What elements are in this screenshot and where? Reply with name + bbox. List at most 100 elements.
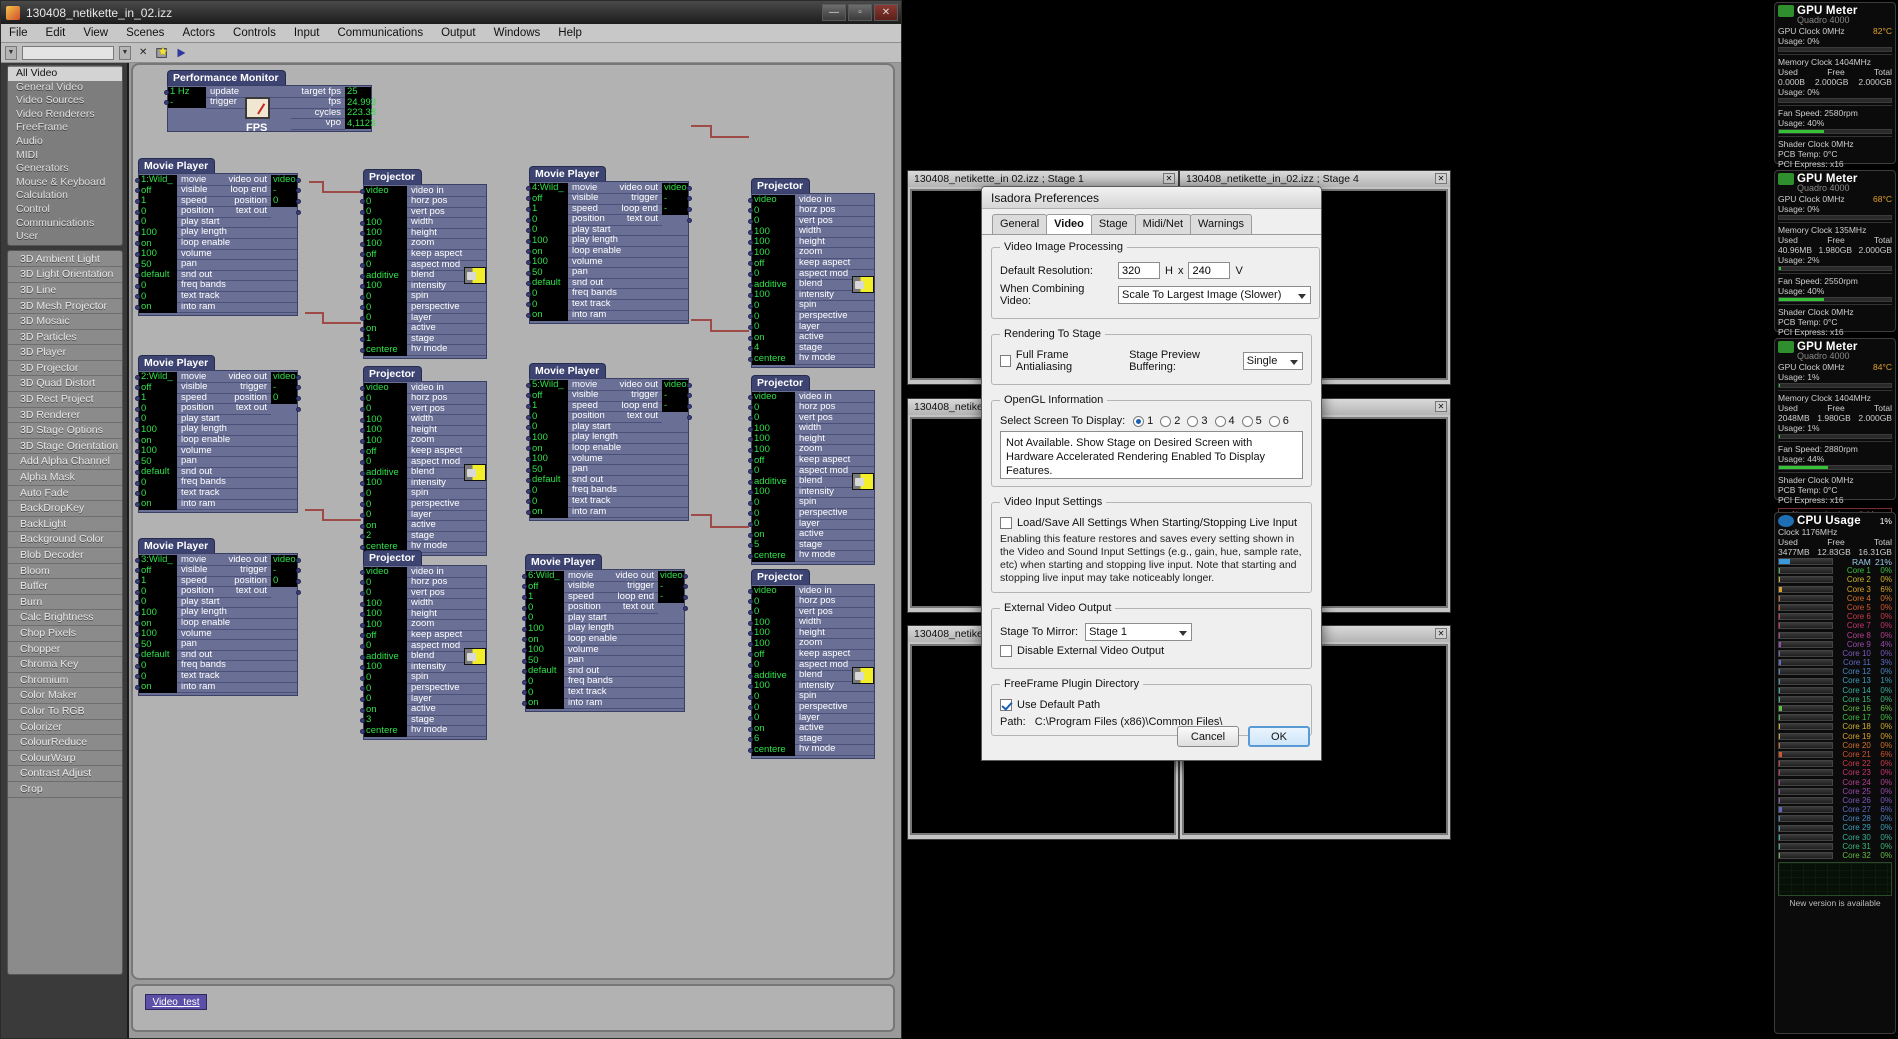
port-value[interactable]: 4 bbox=[752, 343, 795, 354]
menu-file[interactable]: File bbox=[9, 27, 28, 39]
chevron-down-icon-2[interactable]: ▼ bbox=[119, 45, 131, 60]
port-dot[interactable] bbox=[135, 631, 140, 637]
port-value[interactable]: 100 bbox=[530, 454, 568, 465]
port-value[interactable]: 0 bbox=[364, 260, 407, 271]
port-value[interactable]: 0 bbox=[526, 687, 564, 699]
node-row[interactable]: on loop enable bbox=[135, 617, 297, 630]
port-value[interactable]: 0 bbox=[526, 613, 564, 624]
port-value[interactable]: 0 bbox=[139, 477, 177, 489]
node-projector-6[interactable]: Projector video video in 0 horz pos 0 vert pos… bbox=[748, 569, 875, 759]
port-value[interactable]: 0 bbox=[752, 300, 795, 312]
port-dot[interactable] bbox=[135, 663, 140, 669]
new-version-footer[interactable]: New version is available bbox=[1778, 898, 1892, 908]
sidebar-category-user[interactable]: User bbox=[8, 230, 122, 244]
port-value[interactable]: off bbox=[139, 565, 177, 577]
port-value[interactable]: on bbox=[364, 520, 407, 532]
port-dot[interactable] bbox=[135, 262, 140, 268]
node-row[interactable]: on loop enable bbox=[526, 245, 688, 258]
port-dot[interactable] bbox=[360, 590, 365, 596]
actor-list-item[interactable]: ColourWarp bbox=[8, 751, 122, 767]
gpu-meter-gadget-1[interactable]: GPU Meter Quadro 4000 GPU Clock 0MHz 82°C Us… bbox=[1774, 2, 1896, 213]
port-value[interactable]: additive bbox=[364, 467, 407, 479]
port-value[interactable]: 0 bbox=[139, 414, 177, 425]
port-value[interactable]: 0 bbox=[530, 225, 568, 236]
node-row[interactable]: 1 speed loop end - bbox=[526, 400, 692, 413]
port-value[interactable]: 0 bbox=[752, 269, 795, 280]
port-value[interactable]: 1 bbox=[364, 334, 407, 345]
port-value[interactable]: 0 bbox=[364, 499, 407, 511]
port-value[interactable]: 0 bbox=[364, 302, 407, 314]
sidebar-category-video-renderers[interactable]: Video Renderers bbox=[8, 108, 122, 122]
search-input[interactable] bbox=[22, 45, 114, 60]
port-value[interactable]: 100 bbox=[530, 235, 568, 247]
port-dot[interactable] bbox=[522, 605, 527, 611]
port-value[interactable]: on bbox=[139, 238, 177, 250]
port-value[interactable]: 100 bbox=[530, 257, 568, 268]
port-dot[interactable] bbox=[748, 500, 753, 506]
port-dot[interactable] bbox=[748, 426, 753, 432]
port-value[interactable]: 0 bbox=[364, 588, 407, 599]
node-movie-player-2[interactable]: Movie Player 4:Wild_ movie video out video of… bbox=[526, 166, 692, 324]
port-dot[interactable] bbox=[135, 642, 140, 648]
port-value[interactable]: default bbox=[139, 467, 177, 478]
port-dot[interactable] bbox=[748, 662, 753, 668]
port-value[interactable]: on bbox=[364, 323, 407, 335]
port-value[interactable]: on bbox=[530, 443, 568, 455]
node-row[interactable]: 0 text track bbox=[526, 495, 688, 508]
port-value[interactable]: on bbox=[530, 310, 568, 321]
port-dot[interactable] bbox=[748, 673, 753, 679]
port-value[interactable]: centere bbox=[364, 725, 407, 737]
port-dot[interactable] bbox=[360, 209, 365, 215]
port-value[interactable]: 6 bbox=[752, 734, 795, 745]
port-value[interactable]: 0 bbox=[364, 488, 407, 500]
port-dot[interactable] bbox=[360, 643, 365, 649]
actor-list-item[interactable]: 3D Rect Project bbox=[8, 392, 122, 408]
port-dot[interactable] bbox=[135, 610, 140, 616]
port-value[interactable]: 100 bbox=[752, 423, 795, 435]
menu-help[interactable]: Help bbox=[558, 27, 582, 39]
port-dot[interactable] bbox=[748, 303, 753, 309]
cancel-button[interactable]: Cancel bbox=[1177, 726, 1239, 747]
port-dot[interactable] bbox=[748, 250, 753, 256]
node-row[interactable]: 50 pan bbox=[526, 267, 688, 279]
port-dot[interactable] bbox=[526, 270, 531, 276]
port-value[interactable]: 0 bbox=[530, 496, 568, 508]
sidebar-category-mouse-keyboard[interactable]: Mouse & Keyboard bbox=[8, 176, 122, 190]
sidebar-category-audio[interactable]: Audio bbox=[8, 135, 122, 149]
actor-list-item[interactable]: Color To RGB bbox=[8, 704, 122, 720]
close-icon[interactable]: ✕ bbox=[1163, 173, 1175, 184]
actor-list-item[interactable]: 3D Light Orientation bbox=[8, 267, 122, 283]
port-dot[interactable] bbox=[748, 468, 753, 474]
port-dot[interactable] bbox=[360, 707, 365, 713]
tab-stage[interactable]: Stage bbox=[1090, 214, 1136, 234]
node-projector-2[interactable]: Projector video video in 0 horz pos 0 vert pos… bbox=[748, 178, 875, 368]
node-row[interactable]: 1:Wild_ movie video out video bbox=[135, 174, 301, 187]
port-value[interactable]: 0 bbox=[752, 413, 795, 424]
port-dot[interactable] bbox=[164, 89, 169, 95]
out-port-dot[interactable] bbox=[296, 568, 301, 574]
node-row[interactable]: 4:Wild_ movie video out video bbox=[526, 182, 692, 195]
port-value[interactable]: 100 bbox=[364, 425, 407, 436]
menu-input[interactable]: Input bbox=[294, 27, 320, 39]
port-dot[interactable] bbox=[135, 304, 140, 310]
port-dot[interactable] bbox=[748, 229, 753, 235]
port-value[interactable]: 0 bbox=[752, 702, 795, 714]
node-row[interactable]: on loop enable bbox=[522, 633, 684, 646]
node-row[interactable]: 0 text track bbox=[135, 290, 297, 303]
port-value[interactable]: 0 bbox=[139, 671, 177, 683]
port-dot[interactable] bbox=[748, 447, 753, 453]
node-movie-player-5[interactable]: Movie Player 3:Wild_ movie video out video of… bbox=[135, 538, 301, 696]
port-dot[interactable] bbox=[526, 414, 531, 420]
port-value[interactable]: 0 bbox=[752, 466, 795, 477]
port-dot[interactable] bbox=[748, 532, 753, 538]
node-row[interactable]: on into ram bbox=[135, 681, 297, 694]
node-movie-player-6[interactable]: Movie Player 6:Wild_ movie video out video of… bbox=[522, 554, 688, 712]
out-port-dot[interactable] bbox=[296, 406, 301, 412]
port-value[interactable]: centere bbox=[364, 344, 407, 356]
tab-midi-net[interactable]: Midi/Net bbox=[1134, 214, 1191, 234]
actor-list-item[interactable]: 3D Stage Orientation bbox=[8, 439, 122, 455]
node-row[interactable]: 1 speed position 0 bbox=[135, 392, 301, 405]
stage-to-mirror-select[interactable]: Stage 1 bbox=[1085, 623, 1193, 641]
port-value[interactable]: off bbox=[530, 193, 568, 205]
port-value[interactable]: 0 bbox=[752, 596, 795, 608]
